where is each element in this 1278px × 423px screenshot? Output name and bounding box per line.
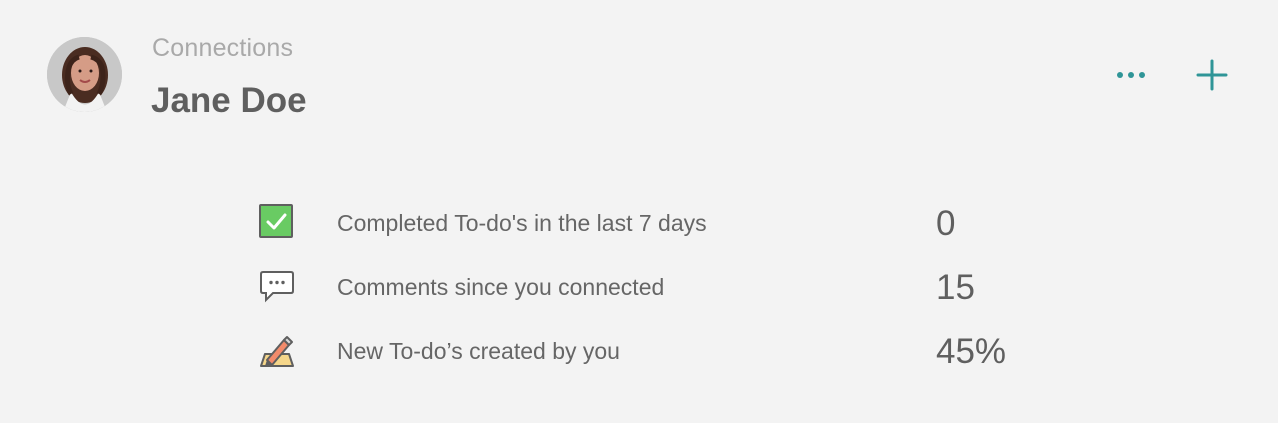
user-avatar-icon xyxy=(47,37,122,112)
add-button[interactable] xyxy=(1189,52,1235,98)
more-options-button[interactable] xyxy=(1108,52,1154,98)
page-title: Jane Doe xyxy=(151,81,307,120)
breadcrumb[interactable]: Connections xyxy=(152,34,293,63)
comment-icon xyxy=(260,271,294,303)
stat-label: Completed To-do's in the last 7 days xyxy=(337,210,707,236)
stat-row-new-todos: New To-do’s created by you 45% xyxy=(0,318,1278,382)
pencil-paper-icon xyxy=(260,336,294,367)
more-dots-icon xyxy=(1117,72,1145,78)
avatar[interactable] xyxy=(47,37,122,112)
stat-row-completed: Completed To-do's in the last 7 days 0 xyxy=(0,190,1278,254)
stat-label: New To-do’s created by you xyxy=(337,338,620,364)
plus-icon xyxy=(1196,59,1228,91)
stat-label: Comments since you connected xyxy=(337,274,665,300)
stat-value: 15 xyxy=(936,268,975,307)
checkbox-icon xyxy=(259,204,293,238)
stat-value: 45% xyxy=(936,332,1007,371)
stat-row-comments: Comments since you connected 15 xyxy=(0,254,1278,318)
stat-value: 0 xyxy=(936,204,956,243)
